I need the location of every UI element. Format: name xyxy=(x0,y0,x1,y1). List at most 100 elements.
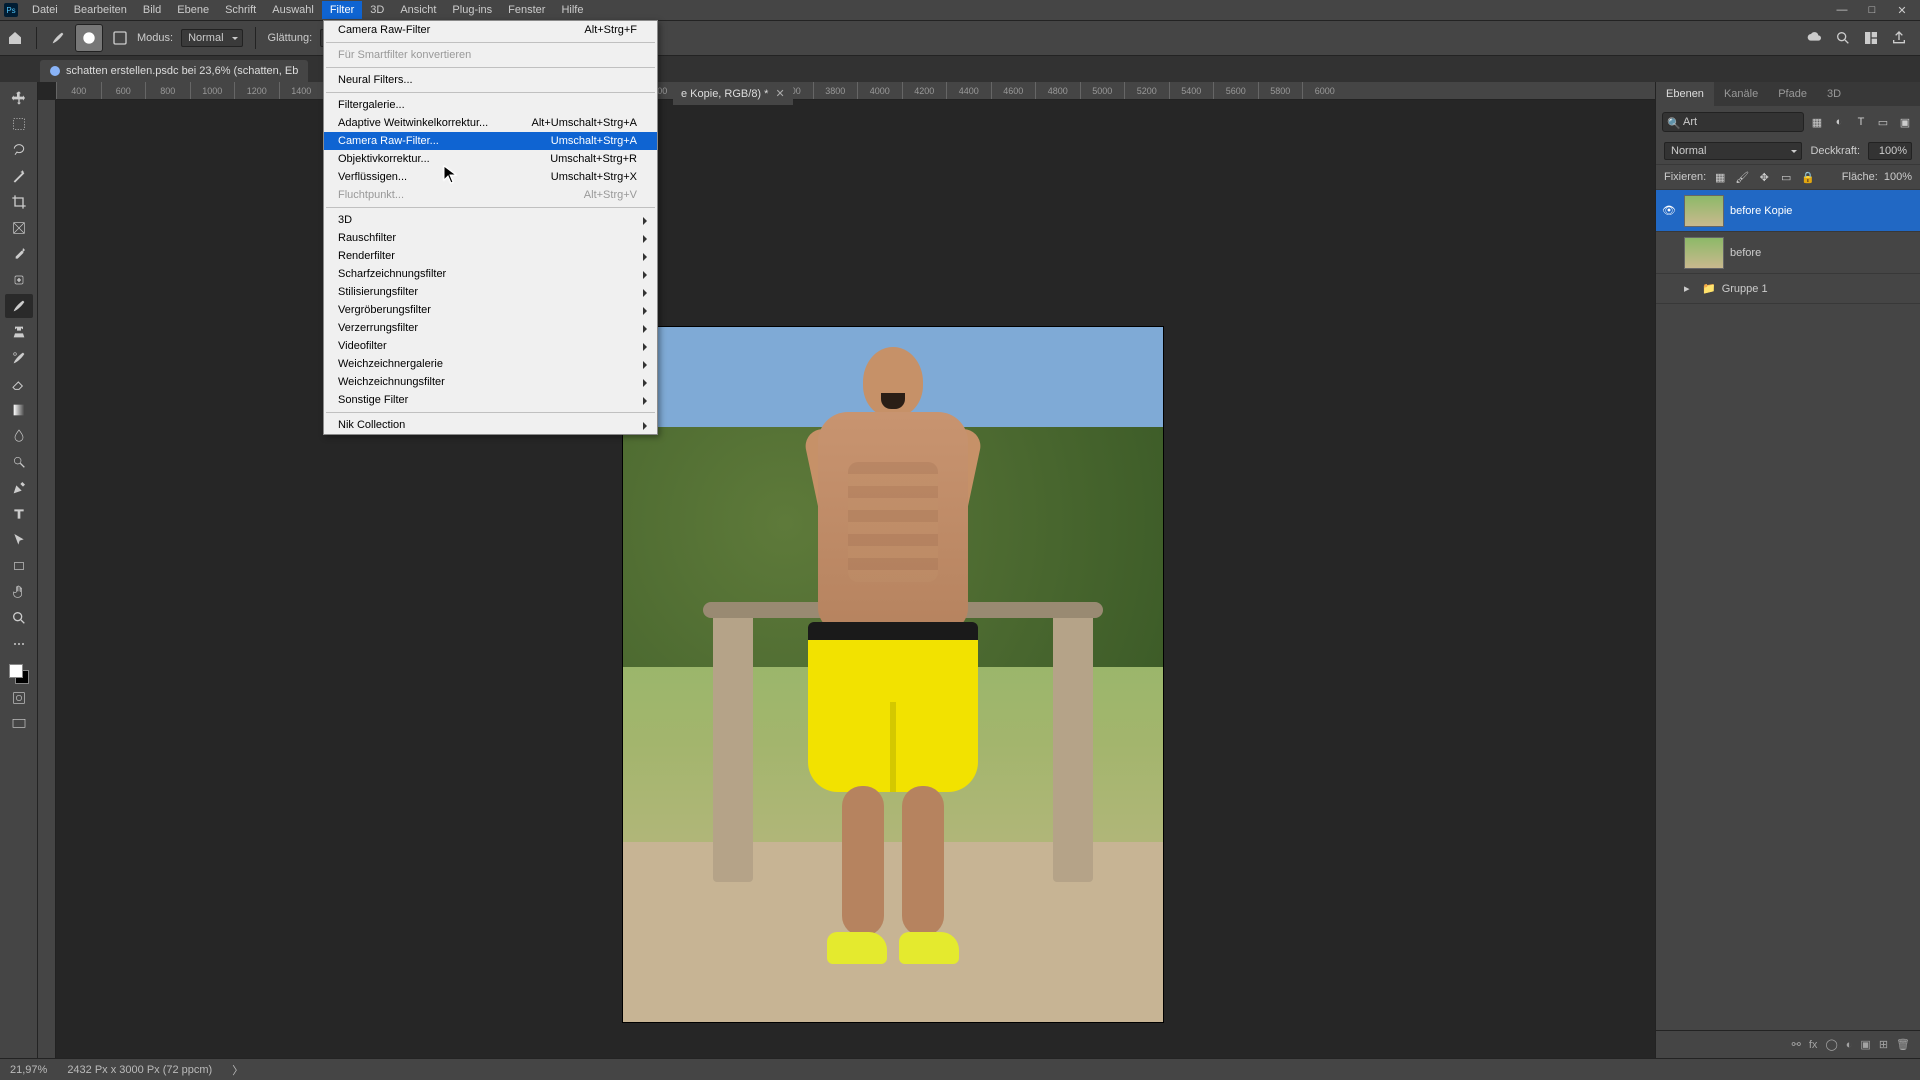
frame-tool[interactable] xyxy=(5,216,33,240)
menu-item-nik-collection[interactable]: Nik Collection xyxy=(324,416,657,434)
quick-mask-toggle[interactable] xyxy=(5,686,33,710)
adjustment-layer-icon[interactable]: ◐ xyxy=(1846,1039,1853,1051)
menu-item-weichzeichnergalerie[interactable]: Weichzeichnergalerie xyxy=(324,355,657,373)
menu-item-sonstige-filter[interactable]: Sonstige Filter xyxy=(324,391,657,409)
menu-ansicht[interactable]: Ansicht xyxy=(392,1,444,19)
menu-bild[interactable]: Bild xyxy=(135,1,169,19)
workspace-icon[interactable] xyxy=(1862,29,1880,47)
magic-wand-tool[interactable] xyxy=(5,164,33,188)
cloud-sync-icon[interactable] xyxy=(1806,29,1824,47)
layer-thumbnail[interactable] xyxy=(1684,237,1724,269)
search-icon[interactable] xyxy=(1834,29,1852,47)
delete-layer-icon[interactable]: 🗑 xyxy=(1896,1038,1910,1051)
layer-row[interactable]: before xyxy=(1656,232,1920,274)
menu-plugins[interactable]: Plug-ins xyxy=(444,1,500,19)
fill-value[interactable]: 100% xyxy=(1884,171,1912,183)
menu-item-neural-filters[interactable]: Neural Filters... xyxy=(324,71,657,89)
home-icon[interactable] xyxy=(6,29,24,47)
menu-item-verzerrungsfilter[interactable]: Verzerrungsfilter xyxy=(324,319,657,337)
lock-all-icon[interactable]: 🔒 xyxy=(1800,169,1816,185)
eyedropper-tool[interactable] xyxy=(5,242,33,266)
menu-item-renderfilter[interactable]: Renderfilter xyxy=(324,247,657,265)
maximize-button[interactable]: □ xyxy=(1862,4,1882,17)
dodge-tool[interactable] xyxy=(5,450,33,474)
brush-tool-icon[interactable] xyxy=(49,29,67,47)
pen-tool[interactable] xyxy=(5,476,33,500)
rectangle-tool[interactable] xyxy=(5,554,33,578)
layer-row[interactable]: ▸ 📁 Gruppe 1 xyxy=(1656,274,1920,304)
new-layer-icon[interactable]: ⊞ xyxy=(1879,1038,1888,1051)
lock-transparency-icon[interactable]: ▦ xyxy=(1712,169,1728,185)
brush-tool[interactable] xyxy=(5,294,33,318)
menu-item-scharfzeichnungsfilter[interactable]: Scharfzeichnungsfilter xyxy=(324,265,657,283)
filter-pixel-icon[interactable]: ▦ xyxy=(1808,113,1826,131)
tab-pfade[interactable]: Pfade xyxy=(1768,82,1817,106)
minimize-button[interactable]: — xyxy=(1832,4,1852,17)
menu-schrift[interactable]: Schrift xyxy=(217,1,264,19)
screen-mode-toggle[interactable] xyxy=(5,712,33,736)
canvas-area[interactable]: 4006008001000120014001600180020002200240… xyxy=(38,82,1655,1058)
lock-pixels-icon[interactable]: 🖌 xyxy=(1734,169,1750,185)
menu-datei[interactable]: Datei xyxy=(24,1,66,19)
layer-mask-icon[interactable]: ◯ xyxy=(1825,1038,1837,1051)
hand-tool[interactable] xyxy=(5,580,33,604)
document-info[interactable]: 2432 Px x 3000 Px (72 ppcm) xyxy=(67,1064,212,1076)
menu-item-rauschfilter[interactable]: Rauschfilter xyxy=(324,229,657,247)
menu-item-verfluessigen[interactable]: Verflüssigen...Umschalt+Strg+X xyxy=(324,168,657,186)
layer-name[interactable]: before xyxy=(1730,247,1916,259)
marquee-tool[interactable] xyxy=(5,112,33,136)
new-group-icon[interactable]: ▣ xyxy=(1860,1038,1870,1051)
share-icon[interactable] xyxy=(1890,29,1908,47)
zoom-level[interactable]: 21,97% xyxy=(10,1064,47,1076)
layer-filter-select[interactable]: 🔍Art xyxy=(1662,112,1804,132)
brush-preview[interactable] xyxy=(75,24,103,52)
filter-shape-icon[interactable]: ▭ xyxy=(1874,113,1892,131)
menu-item-adaptive-weitwinkel[interactable]: Adaptive Weitwinkelkorrektur...Alt+Umsch… xyxy=(324,114,657,132)
opacity-value[interactable]: 100% xyxy=(1868,142,1912,160)
tab-kanaele[interactable]: Kanäle xyxy=(1714,82,1768,106)
layer-name[interactable]: Gruppe 1 xyxy=(1722,283,1916,295)
layer-style-icon[interactable]: fx xyxy=(1809,1039,1818,1051)
gradient-tool[interactable] xyxy=(5,398,33,422)
status-arrow-icon[interactable]: 〉 xyxy=(232,1062,243,1078)
layer-blend-mode[interactable]: Normal xyxy=(1664,142,1802,160)
menu-auswahl[interactable]: Auswahl xyxy=(264,1,322,19)
group-expand-icon[interactable]: ▸ xyxy=(1684,282,1696,295)
close-button[interactable]: ✕ xyxy=(1892,4,1912,17)
menu-ebene[interactable]: Ebene xyxy=(169,1,217,19)
menu-item-convert-smart[interactable]: Für Smartfilter konvertieren xyxy=(324,46,657,64)
layer-row[interactable]: 👁 before Kopie xyxy=(1656,190,1920,232)
document-tab[interactable]: schatten erstellen.psdc bei 23,6% (schat… xyxy=(40,60,308,82)
menu-hilfe[interactable]: Hilfe xyxy=(553,1,591,19)
menu-item-videofilter[interactable]: Videofilter xyxy=(324,337,657,355)
filter-smart-icon[interactable]: ▣ xyxy=(1896,113,1914,131)
menu-item-fluchtpunkt[interactable]: Fluchtpunkt...Alt+Strg+V xyxy=(324,186,657,204)
lasso-tool[interactable] xyxy=(5,138,33,162)
filter-adjust-icon[interactable]: ◐ xyxy=(1830,113,1848,131)
blend-mode-select[interactable]: Normal xyxy=(181,29,242,47)
edit-toolbar[interactable] xyxy=(5,632,33,656)
menu-3d[interactable]: 3D xyxy=(362,1,392,19)
visibility-toggle[interactable]: 👁 xyxy=(1660,204,1678,217)
color-swatch[interactable] xyxy=(9,664,29,684)
layer-thumbnail[interactable] xyxy=(1684,195,1724,227)
clone-stamp-tool[interactable] xyxy=(5,320,33,344)
menu-item-weichzeichnungsfilter[interactable]: Weichzeichnungsfilter xyxy=(324,373,657,391)
tab-ebenen[interactable]: Ebenen xyxy=(1656,82,1714,106)
crop-tool[interactable] xyxy=(5,190,33,214)
brush-panel-icon[interactable] xyxy=(111,29,129,47)
close-tab-icon[interactable]: ✕ xyxy=(776,88,785,100)
menu-item-vergroeberungsfilter[interactable]: Vergröberungsfilter xyxy=(324,301,657,319)
history-brush-tool[interactable] xyxy=(5,346,33,370)
menu-bearbeiten[interactable]: Bearbeiten xyxy=(66,1,135,19)
lock-artboard-icon[interactable]: ▭ xyxy=(1778,169,1794,185)
menu-item-last-filter[interactable]: Camera Raw-FilterAlt+Strg+F xyxy=(324,21,657,39)
menu-fenster[interactable]: Fenster xyxy=(500,1,553,19)
type-tool[interactable] xyxy=(5,502,33,526)
filter-type-icon[interactable]: T xyxy=(1852,113,1870,131)
layer-name[interactable]: before Kopie xyxy=(1730,205,1916,217)
link-layers-icon[interactable]: ⚯ xyxy=(1792,1038,1801,1051)
move-tool[interactable] xyxy=(5,86,33,110)
menu-item-3d[interactable]: 3D xyxy=(324,211,657,229)
tab-3d[interactable]: 3D xyxy=(1817,82,1851,106)
